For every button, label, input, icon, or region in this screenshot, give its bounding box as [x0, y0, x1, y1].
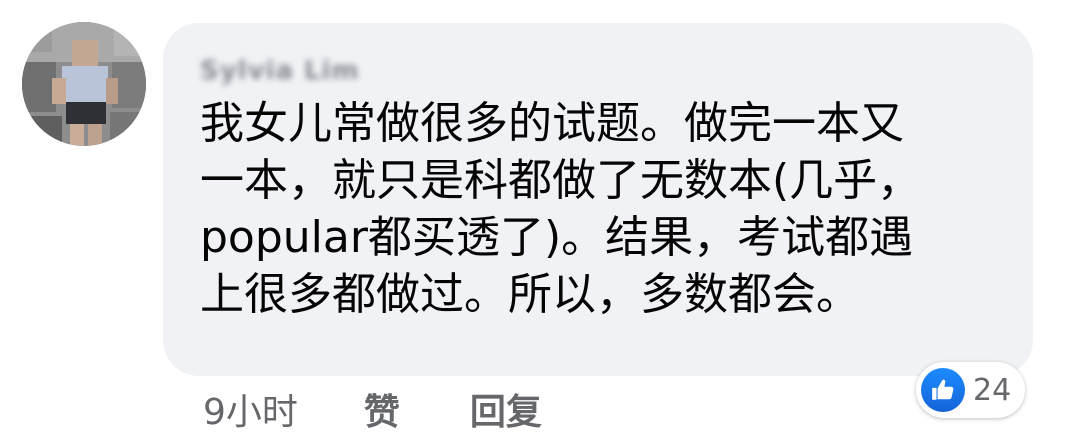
- author-name[interactable]: Sylvia Lim: [200, 56, 360, 86]
- timestamp[interactable]: 9小时: [203, 383, 298, 435]
- avatar-photo: [22, 22, 146, 146]
- reaction-summary[interactable]: 24: [916, 362, 1026, 418]
- thumbs-up-icon: [921, 368, 965, 412]
- comment-author: Sylvia Lim: [200, 51, 995, 91]
- comment-actions: 9小时 赞 回复: [203, 385, 542, 433]
- reply-button[interactable]: 回复: [470, 383, 542, 435]
- like-button[interactable]: 赞: [364, 383, 400, 435]
- reaction-count: 24: [973, 372, 1012, 408]
- avatar[interactable]: [22, 22, 146, 146]
- comment-bubble: Sylvia Lim 我女儿常做很多的试题。做完一本又 一本，就只是科都做了无数…: [163, 23, 1033, 376]
- comment-text: 我女儿常做很多的试题。做完一本又 一本，就只是科都做了无数本(几乎， popul…: [200, 98, 922, 320]
- comment: Sylvia Lim 我女儿常做很多的试题。做完一本又 一本，就只是科都做了无数…: [0, 0, 1066, 443]
